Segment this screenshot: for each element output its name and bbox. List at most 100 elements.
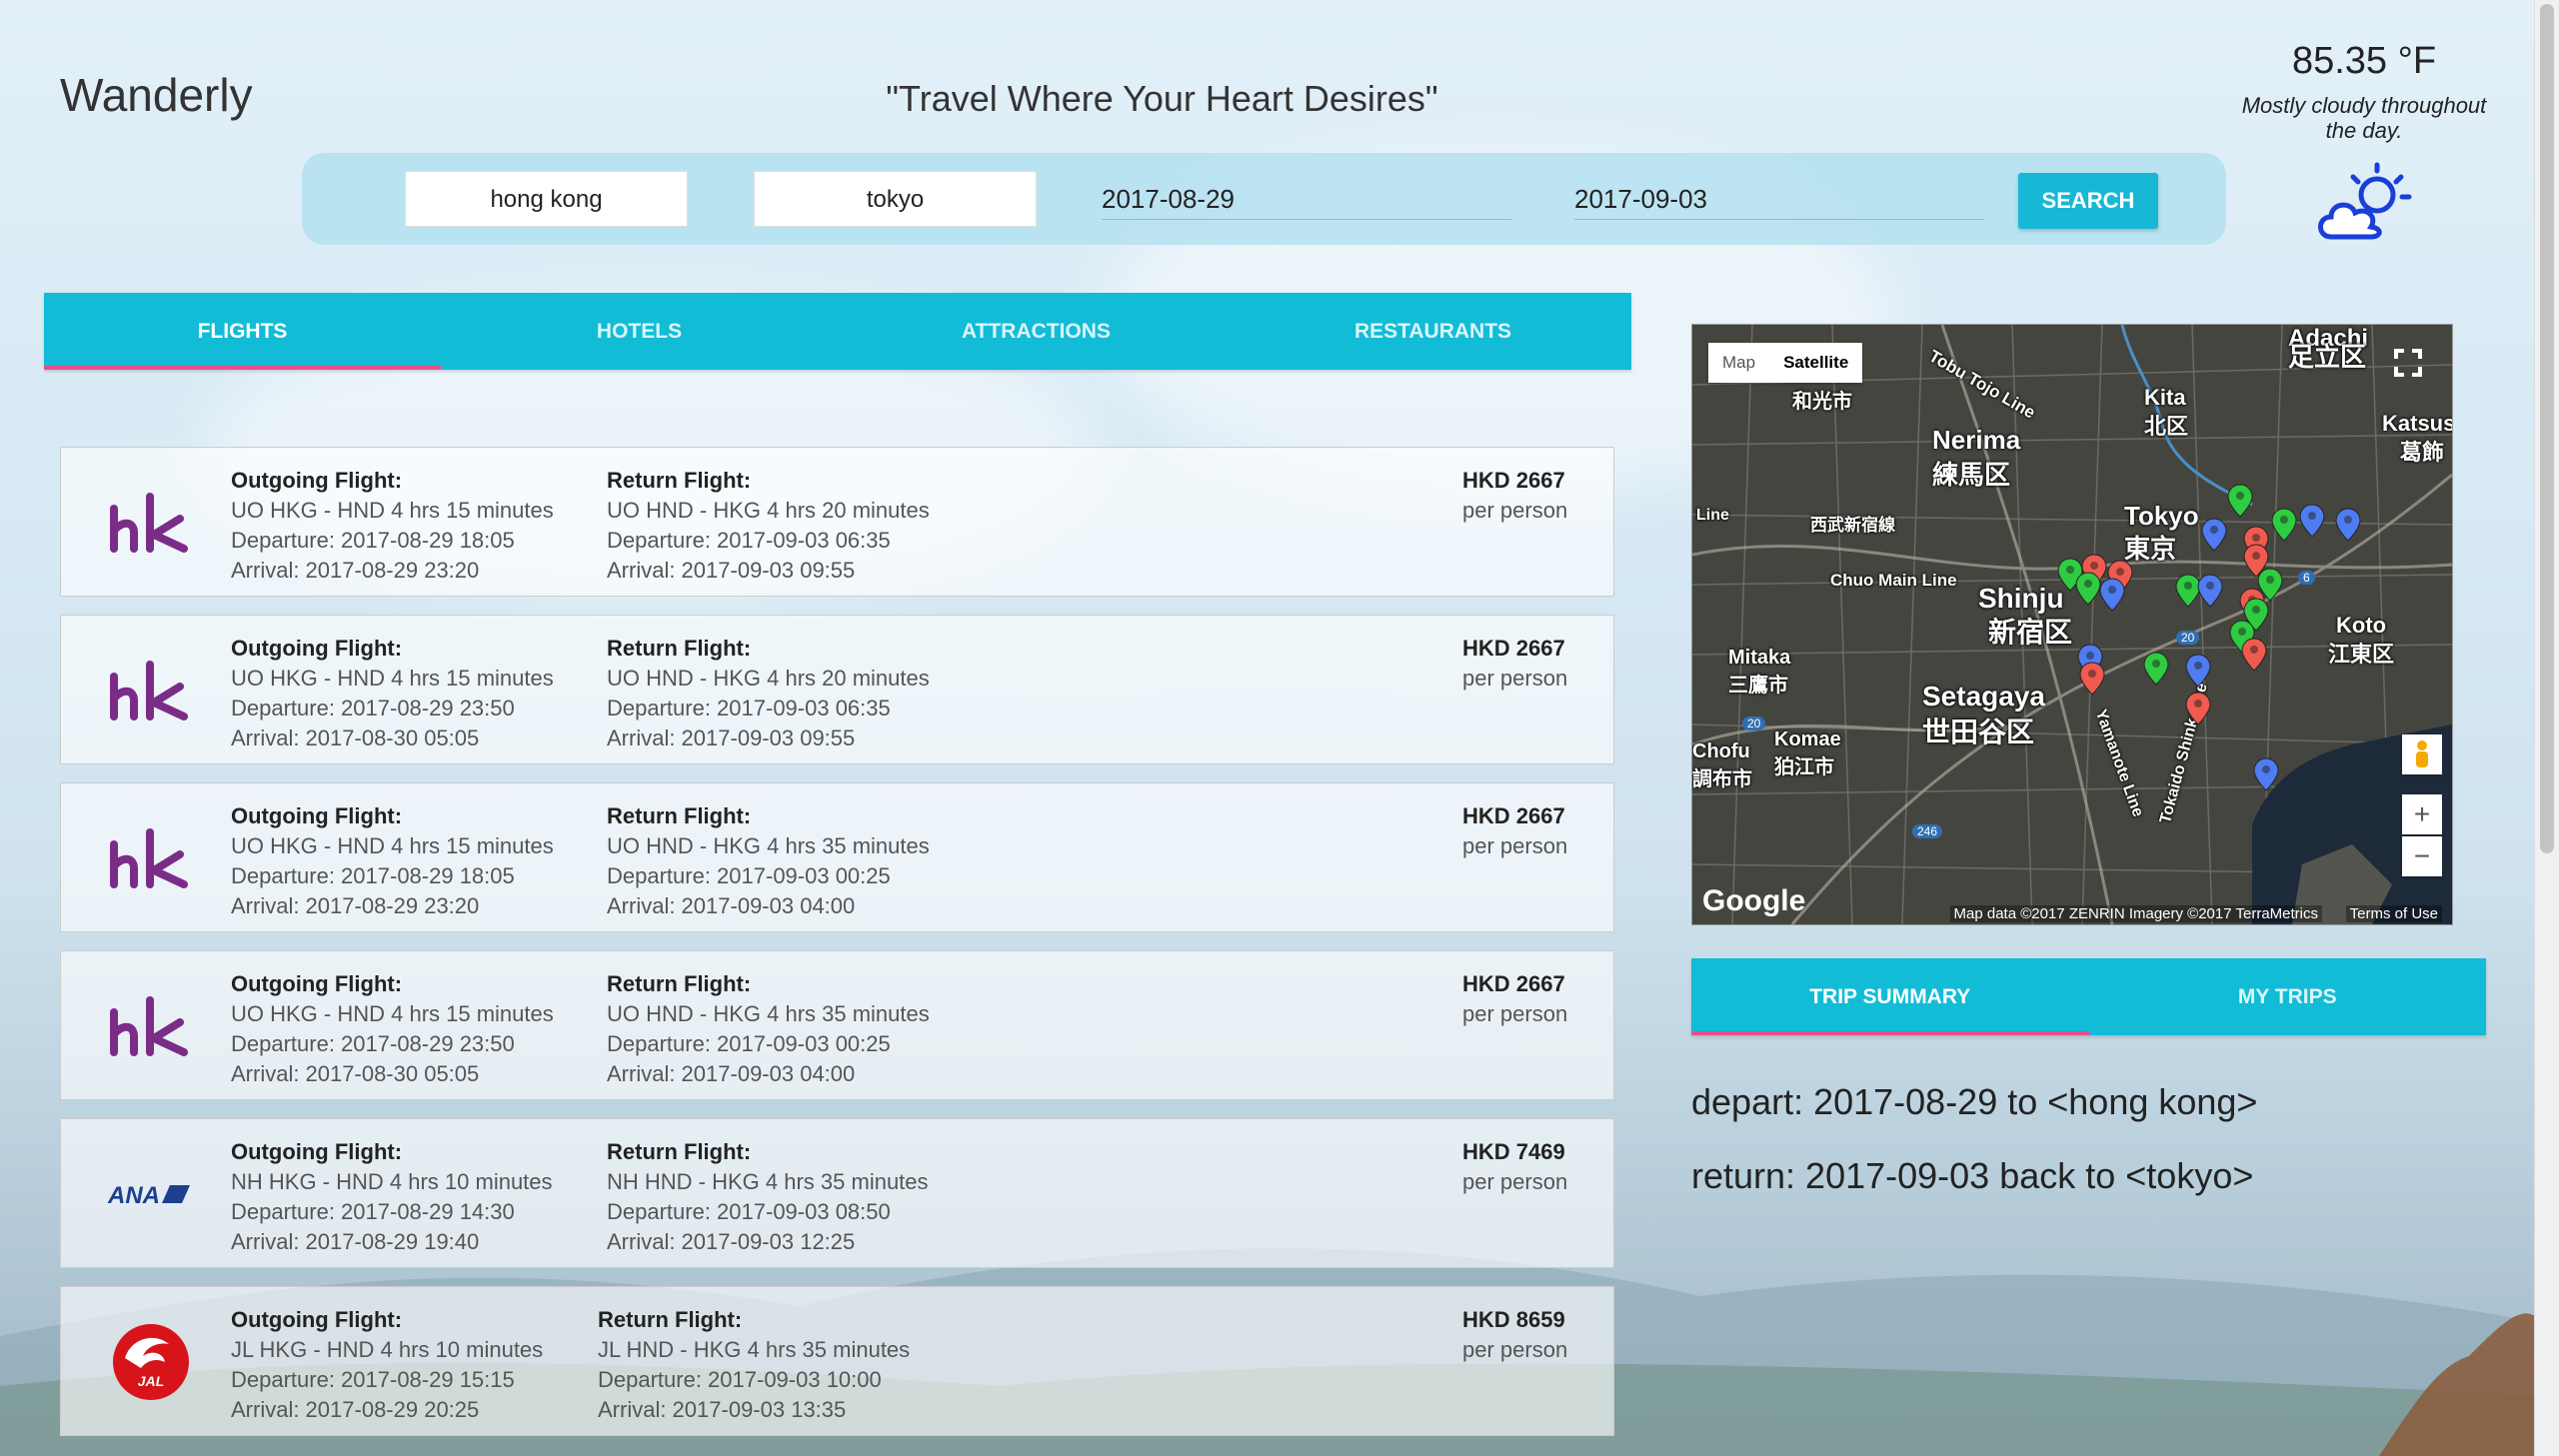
hk-express-logo [91, 468, 211, 578]
flight-card[interactable]: Outgoing Flight: UO HKG - HND 4 hrs 15 m… [60, 950, 1614, 1100]
map-view[interactable]: Map Satellite Adachi 足立区 和光市 Tobu Tojo L… [1691, 324, 2453, 925]
flight-price: HKD 2667 per person [1462, 801, 1567, 861]
return-flight-info: Return Flight: UO HND - HKG 4 hrs 35 min… [607, 801, 930, 921]
side-tabs: TRIP SUMMARY MY TRIPS [1691, 958, 2486, 1035]
return-arrival: Arrival: 2017-09-03 09:55 [607, 558, 856, 583]
outgoing-route: UO HKG - HND 4 hrs 15 minutes [231, 1001, 554, 1026]
price-amount: HKD 2667 [1462, 803, 1565, 828]
return-route: UO HND - HKG 4 hrs 20 minutes [607, 498, 930, 523]
weather-temperature: 85.35 °F [2291, 40, 2437, 82]
jal-logo: JAL [91, 1307, 211, 1417]
tab-trip-summary-label: TRIP SUMMARY [1809, 985, 1971, 1008]
tab-hotels[interactable]: HOTELS [441, 293, 838, 370]
tab-my-trips[interactable]: MY TRIPS [2089, 958, 2487, 1035]
outgoing-departure: Departure: 2017-08-29 18:05 [231, 863, 515, 888]
map-markers [2057, 484, 2361, 791]
return-arrival: Arrival: 2017-09-03 04:00 [607, 1061, 856, 1086]
main-tabs: FLIGHTS HOTELS ATTRACTIONS RESTAURANTS [44, 293, 1631, 370]
tab-restaurants-label: RESTAURANTS [1353, 320, 1512, 343]
outgoing-flight-info: Outgoing Flight: JL HKG - HND 4 hrs 10 m… [231, 1305, 543, 1425]
map-marker-blue[interactable] [2201, 518, 2227, 552]
tab-attractions-label: ATTRACTIONS [962, 320, 1111, 343]
map-zoom-in-button[interactable]: + [2402, 794, 2442, 834]
return-date-field[interactable]: 2017-09-03 [1574, 179, 1984, 220]
search-bar: hong kong tokyo 2017-08-29 2017-09-03 SE… [302, 153, 2226, 245]
svg-text:ANA: ANA [107, 1182, 160, 1209]
outgoing-flight-heading: Outgoing Flight: [231, 1307, 403, 1332]
map-marker-red[interactable] [2185, 692, 2211, 726]
map-marker-blue[interactable] [2185, 654, 2211, 688]
origin-input[interactable]: hong kong [405, 171, 688, 227]
flight-card[interactable]: ANA Outgoing Flight: NH HKG - HND 4 hrs … [60, 1118, 1614, 1268]
return-departure: Departure: 2017-09-03 08:50 [607, 1199, 891, 1224]
price-amount: HKD 2667 [1462, 971, 1565, 996]
map-marker-green[interactable] [2227, 484, 2253, 518]
outgoing-route: NH HKG - HND 4 hrs 10 minutes [231, 1169, 553, 1194]
tab-attractions[interactable]: ATTRACTIONS [838, 293, 1235, 370]
street-view-pegman-icon[interactable] [2402, 734, 2442, 774]
outgoing-route: UO HKG - HND 4 hrs 15 minutes [231, 833, 554, 858]
page-scrollbar[interactable] [2534, 0, 2559, 1456]
weather-widget: 85.35 °F Mostly cloudy throughout the da… [2239, 40, 2489, 252]
return-flight-info: Return Flight: UO HND - HKG 4 hrs 20 min… [607, 466, 930, 586]
return-departure: Departure: 2017-09-03 00:25 [607, 1031, 891, 1056]
flight-price: HKD 7469 per person [1462, 1137, 1567, 1197]
depart-date-field[interactable]: 2017-08-29 [1102, 179, 1511, 220]
price-amount: HKD 2667 [1462, 468, 1565, 493]
tab-my-trips-label: MY TRIPS [2237, 985, 2337, 1008]
flight-card[interactable]: Outgoing Flight: UO HKG - HND 4 hrs 15 m… [60, 615, 1614, 764]
map-marker-blue[interactable] [2099, 578, 2125, 612]
map-terms-link[interactable]: Terms of Use [2345, 905, 2442, 922]
map-marker-blue[interactable] [2197, 574, 2223, 608]
return-flight-heading: Return Flight: [607, 636, 752, 661]
return-flight-info: Return Flight: UO HND - HKG 4 hrs 35 min… [607, 969, 930, 1089]
outgoing-departure: Departure: 2017-08-29 15:15 [231, 1367, 515, 1392]
return-route: UO HND - HKG 4 hrs 35 minutes [607, 1001, 930, 1026]
map-marker-red[interactable] [2079, 662, 2105, 696]
map-marker-green[interactable] [2143, 652, 2169, 686]
trip-summary-depart: depart: 2017-08-29 to <hong kong> [1691, 1081, 2258, 1122]
map-marker-red[interactable] [2241, 638, 2267, 672]
map-marker-blue[interactable] [2253, 757, 2279, 791]
tab-trip-summary[interactable]: TRIP SUMMARY [1691, 958, 2089, 1035]
tab-flights-label: FLIGHTS [197, 320, 288, 343]
tab-restaurants[interactable]: RESTAURANTS [1235, 293, 1631, 370]
price-unit: per person [1462, 1337, 1568, 1362]
outgoing-arrival: Arrival: 2017-08-30 05:05 [231, 1061, 480, 1086]
return-route: UO HND - HKG 4 hrs 35 minutes [607, 833, 930, 858]
return-departure: Departure: 2017-09-03 00:25 [607, 863, 891, 888]
search-button[interactable]: SEARCH [2018, 173, 2158, 229]
price-amount: HKD 7469 [1462, 1139, 1565, 1164]
scrollbar-thumb[interactable] [2540, 4, 2554, 853]
price-unit: per person [1462, 1169, 1568, 1194]
outgoing-arrival: Arrival: 2017-08-29 19:40 [231, 1229, 480, 1254]
outgoing-flight-info: Outgoing Flight: UO HKG - HND 4 hrs 15 m… [231, 634, 554, 753]
map-zoom-out-button[interactable]: − [2402, 836, 2442, 876]
outgoing-flight-heading: Outgoing Flight: [231, 971, 403, 996]
return-arrival: Arrival: 2017-09-03 13:35 [598, 1397, 847, 1422]
tab-flights[interactable]: FLIGHTS [44, 293, 441, 370]
app-tagline: "Travel Where Your Heart Desires" [886, 78, 1438, 119]
outgoing-departure: Departure: 2017-08-29 23:50 [231, 696, 515, 721]
map-marker-green[interactable] [2175, 574, 2201, 608]
map-marker-blue[interactable] [2335, 508, 2361, 542]
ana-logo: ANA [91, 1139, 211, 1249]
outgoing-route: JL HKG - HND 4 hrs 10 minutes [231, 1337, 544, 1362]
flight-card[interactable]: JAL Outgoing Flight: JL HKG - HND 4 hrs … [60, 1286, 1614, 1436]
price-unit: per person [1462, 666, 1568, 691]
price-amount: HKD 2667 [1462, 636, 1565, 661]
destination-input[interactable]: tokyo [754, 171, 1037, 227]
flight-card[interactable]: Outgoing Flight: UO HKG - HND 4 hrs 15 m… [60, 782, 1614, 932]
partly-cloudy-icon [2239, 157, 2489, 252]
return-arrival: Arrival: 2017-09-03 09:55 [607, 726, 856, 750]
return-flight-info: Return Flight: NH HND - HKG 4 hrs 35 min… [607, 1137, 929, 1257]
hk-express-logo [91, 971, 211, 1081]
svg-text:JAL: JAL [138, 1373, 164, 1389]
return-flight-heading: Return Flight: [607, 803, 752, 828]
map-marker-green[interactable] [2075, 572, 2101, 606]
hk-express-logo [91, 803, 211, 913]
flight-card[interactable]: Outgoing Flight: UO HKG - HND 4 hrs 15 m… [60, 447, 1614, 597]
map-marker-green[interactable] [2271, 508, 2297, 542]
outgoing-departure: Departure: 2017-08-29 23:50 [231, 1031, 515, 1056]
map-marker-blue[interactable] [2299, 504, 2325, 538]
